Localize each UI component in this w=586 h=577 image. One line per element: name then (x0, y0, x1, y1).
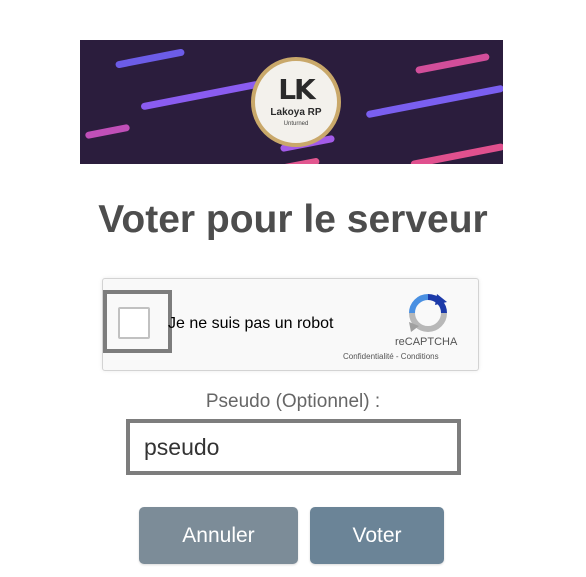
pseudo-label: Pseudo (Optionnel) : (205, 391, 381, 412)
logo-subtitle: Unturned (283, 121, 309, 127)
page-title: Voter pour le serveur (98, 198, 488, 241)
banner-streak (84, 123, 131, 140)
banner-streak (415, 52, 490, 75)
banner-streak (365, 84, 503, 119)
logo-mark: LK (278, 73, 316, 106)
banner-streak (114, 48, 186, 69)
cancel-button[interactable]: Annuler (139, 507, 298, 564)
recaptcha-links[interactable]: Confidentialité - Conditions (343, 352, 439, 361)
captcha-label: Je ne suis pas un robot (168, 315, 334, 332)
banner-streak (410, 143, 503, 164)
vote-button[interactable]: Voter (310, 507, 444, 564)
logo-name: Lakoya RP (270, 107, 322, 118)
captcha-checkbox[interactable] (118, 307, 150, 339)
pseudo-input[interactable] (126, 419, 461, 475)
banner-streak (140, 80, 260, 111)
server-logo: LK Lakoya RP Unturned (251, 57, 341, 147)
recaptcha-logo-icon (409, 294, 447, 332)
banner-streak (240, 157, 320, 164)
recaptcha-brand: reCAPTCHA (395, 336, 458, 348)
